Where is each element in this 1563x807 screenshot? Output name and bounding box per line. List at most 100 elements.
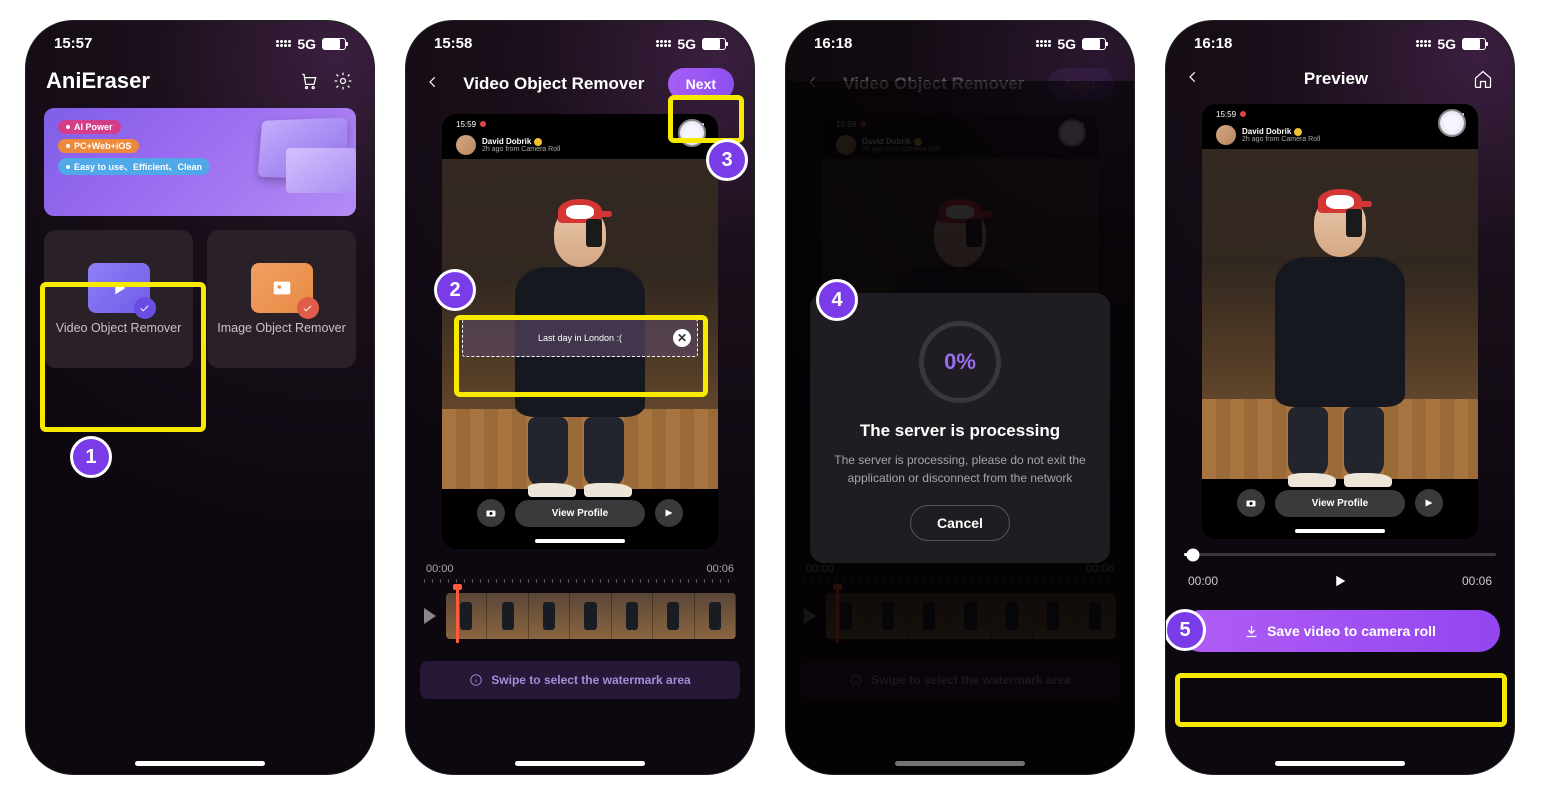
- camera-icon[interactable]: [1237, 489, 1265, 517]
- caption-text: Last day in London :(: [538, 333, 622, 343]
- status-bar: 15:58 5G: [406, 21, 754, 58]
- battery-icon: [702, 38, 726, 50]
- battery-icon: [1462, 38, 1486, 50]
- view-profile-button[interactable]: View Profile: [1275, 490, 1405, 517]
- network-label: 5G: [1057, 36, 1076, 52]
- verified-icon: [1294, 128, 1302, 136]
- video-content: Last day in London :( ✕: [442, 159, 718, 489]
- step-badge-4: 4: [816, 279, 858, 321]
- status-time: 16:18: [814, 35, 852, 52]
- download-icon: [1244, 624, 1259, 639]
- user-name: David Dobrik: [1242, 127, 1291, 136]
- video-frame[interactable]: 15:59 David Dobrik 2h ago from Camera Ro…: [442, 114, 718, 549]
- time-start: 00:00: [426, 563, 454, 575]
- back-icon[interactable]: [426, 75, 440, 94]
- status-time: 16:18: [1194, 35, 1232, 52]
- progress-ring: 0%: [919, 321, 1001, 403]
- status-right: 5G: [1036, 36, 1106, 52]
- story-ring-icon: [1438, 109, 1466, 137]
- home-indicator: [515, 761, 645, 766]
- gear-icon[interactable]: [332, 70, 354, 92]
- battery-icon: [1082, 38, 1106, 50]
- processing-modal-overlay: 0% The server is processing The server i…: [786, 81, 1134, 774]
- phone-preview: 16:18 5G Preview 15:59 David Dobrik 2h a…: [1165, 20, 1515, 775]
- record-dot-icon: [1240, 111, 1246, 117]
- video-frame[interactable]: 15:59 David Dobrik 2h ago from Camera Ro…: [1202, 104, 1478, 539]
- home-icon[interactable]: [1472, 68, 1494, 90]
- video-preview: 15:59 David Dobrik 2h ago from Camera Ro…: [1202, 104, 1478, 539]
- network-label: 5G: [1437, 36, 1456, 52]
- editor-header: Video Object Remover Next: [406, 58, 754, 114]
- send-icon[interactable]: [1415, 489, 1443, 517]
- thumbnail-strip[interactable]: [446, 593, 736, 639]
- app-header: AniEraser: [26, 58, 374, 108]
- phone-editor: 15:58 5G Video Object Remover Next 15:59…: [405, 20, 755, 775]
- status-right: 5G: [656, 36, 726, 52]
- step-badge-3: 3: [706, 139, 748, 181]
- status-time: 15:58: [434, 35, 472, 52]
- home-indicator: [135, 761, 265, 766]
- modal-title: The server is processing: [830, 421, 1090, 441]
- signal-dots-icon: [276, 40, 291, 47]
- back-icon[interactable]: [1186, 70, 1200, 89]
- hint-text: Swipe to select the watermark area: [491, 673, 690, 687]
- drag-handle: [1295, 529, 1385, 533]
- hint-bar: Swipe to select the watermark area: [420, 661, 740, 699]
- tile-label: Image Object Remover: [217, 321, 346, 335]
- user-name: David Dobrik: [482, 137, 531, 146]
- banner-illustration: [256, 118, 346, 178]
- progress-percent: 0%: [944, 349, 976, 375]
- page-title: Preview: [1200, 69, 1472, 89]
- time-end: 00:06: [706, 563, 734, 575]
- cart-icon[interactable]: [298, 70, 320, 92]
- play-icon[interactable]: [1331, 572, 1349, 590]
- play-icon[interactable]: [424, 608, 436, 624]
- watermark-selection-box[interactable]: Last day in London :( ✕: [462, 319, 698, 357]
- tile-video-object-remover[interactable]: Video Object Remover: [44, 230, 193, 368]
- banner-pill-3: Easy to use、Efficient、Clean: [58, 158, 210, 175]
- highlight-step-5: [1175, 673, 1507, 727]
- step-badge-2: 2: [434, 269, 476, 311]
- time-end: 00:06: [1462, 574, 1492, 588]
- signal-dots-icon: [1036, 40, 1051, 47]
- video-preview: 15:59 David Dobrik 2h ago from Camera Ro…: [442, 114, 718, 549]
- cancel-button[interactable]: Cancel: [910, 505, 1010, 541]
- time-start: 00:00: [1188, 574, 1218, 588]
- signal-dots-icon: [656, 40, 671, 47]
- save-button[interactable]: Save video to camera roll: [1180, 610, 1500, 652]
- video-content: [1202, 149, 1478, 479]
- banner-pill-2: PC+Web+iOS: [58, 139, 139, 153]
- remove-badge-icon: [297, 297, 319, 319]
- promo-banner[interactable]: AI Power PC+Web+iOS Easy to use、Efficien…: [44, 108, 356, 216]
- avatar: [456, 135, 476, 155]
- person-figure: [1255, 199, 1425, 479]
- next-button[interactable]: Next: [668, 68, 734, 100]
- scrubber-thumb[interactable]: [1187, 548, 1200, 561]
- page-title: Video Object Remover: [440, 74, 668, 94]
- view-profile-button[interactable]: View Profile: [515, 500, 645, 527]
- camera-icon[interactable]: [477, 499, 505, 527]
- info-icon: [469, 673, 483, 687]
- record-dot-icon: [480, 121, 486, 127]
- status-time: 15:57: [54, 35, 92, 52]
- playhead[interactable]: [456, 589, 459, 643]
- story-ring-icon: [678, 119, 706, 147]
- drag-handle: [535, 539, 625, 543]
- scrubber[interactable]: [1184, 553, 1496, 556]
- close-icon[interactable]: ✕: [673, 329, 691, 347]
- tile-label: Video Object Remover: [56, 321, 182, 335]
- remove-badge-icon: [134, 297, 156, 319]
- status-bar: 16:18 5G: [1166, 21, 1514, 58]
- battery-icon: [322, 38, 346, 50]
- timeline[interactable]: 00:00 00:06: [406, 549, 754, 645]
- user-subtitle: 2h ago from Camera Roll: [482, 146, 560, 153]
- app-title: AniEraser: [46, 68, 150, 94]
- status-right: 5G: [1416, 36, 1486, 52]
- tile-image-object-remover[interactable]: Image Object Remover: [207, 230, 356, 368]
- video-user-row: David Dobrik 2h ago from Camera Roll: [1202, 121, 1478, 149]
- status-bar: 15:57 5G: [26, 21, 374, 58]
- avatar: [1216, 125, 1236, 145]
- send-icon[interactable]: [655, 499, 683, 527]
- status-bar: 16:18 5G: [786, 21, 1134, 58]
- video-mini-status: 15:59: [442, 114, 718, 131]
